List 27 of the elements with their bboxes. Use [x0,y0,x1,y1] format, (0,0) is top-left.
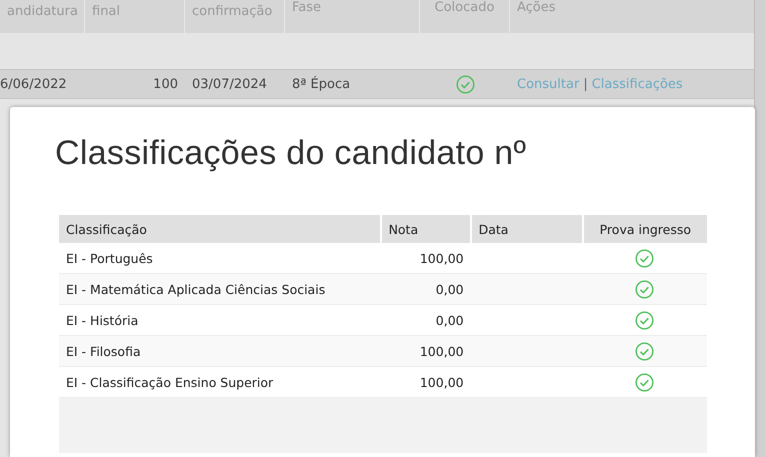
table-cell: 100,00 [380,366,471,398]
column-header: Fase [285,0,420,33]
column-header: Classificação [59,215,381,243]
table-cell-text: 03/07/2024 [191,76,268,92]
table-cell: 0,00 [380,304,471,336]
table-cell: EI - Classificação Ensino Superior [59,366,381,398]
table-cell: EI - Português [59,243,381,274]
action-link[interactable]: Classificações [592,76,683,92]
table-cell: 100,00 [380,243,471,274]
table-cell: EI - História [59,304,381,336]
dialog-title: Classificações do candidato nº [55,134,528,173]
action-link[interactable]: Consultar [517,76,580,92]
column-header: Colocado [420,0,510,33]
table-cell: 100,00 [380,336,471,366]
table-cell-text: 8ª Época [291,76,352,92]
column-header: final [85,0,185,33]
column-header: Prova ingresso [582,215,707,243]
table-cell-text: 6/06/2022 [0,76,68,92]
table-cell: EI - Matemática Aplicada Ciências Sociais [59,274,381,304]
column-header: Nota [380,215,471,243]
link-separator: | [582,76,589,92]
column-header: confirmação [185,0,285,33]
table-cell: EI - Filosofia [59,336,381,366]
table-cell: 0,00 [380,274,471,304]
column-header: Data [470,215,583,243]
column-header: andidatura [0,0,85,33]
table-cell-text: 100 [152,76,179,92]
